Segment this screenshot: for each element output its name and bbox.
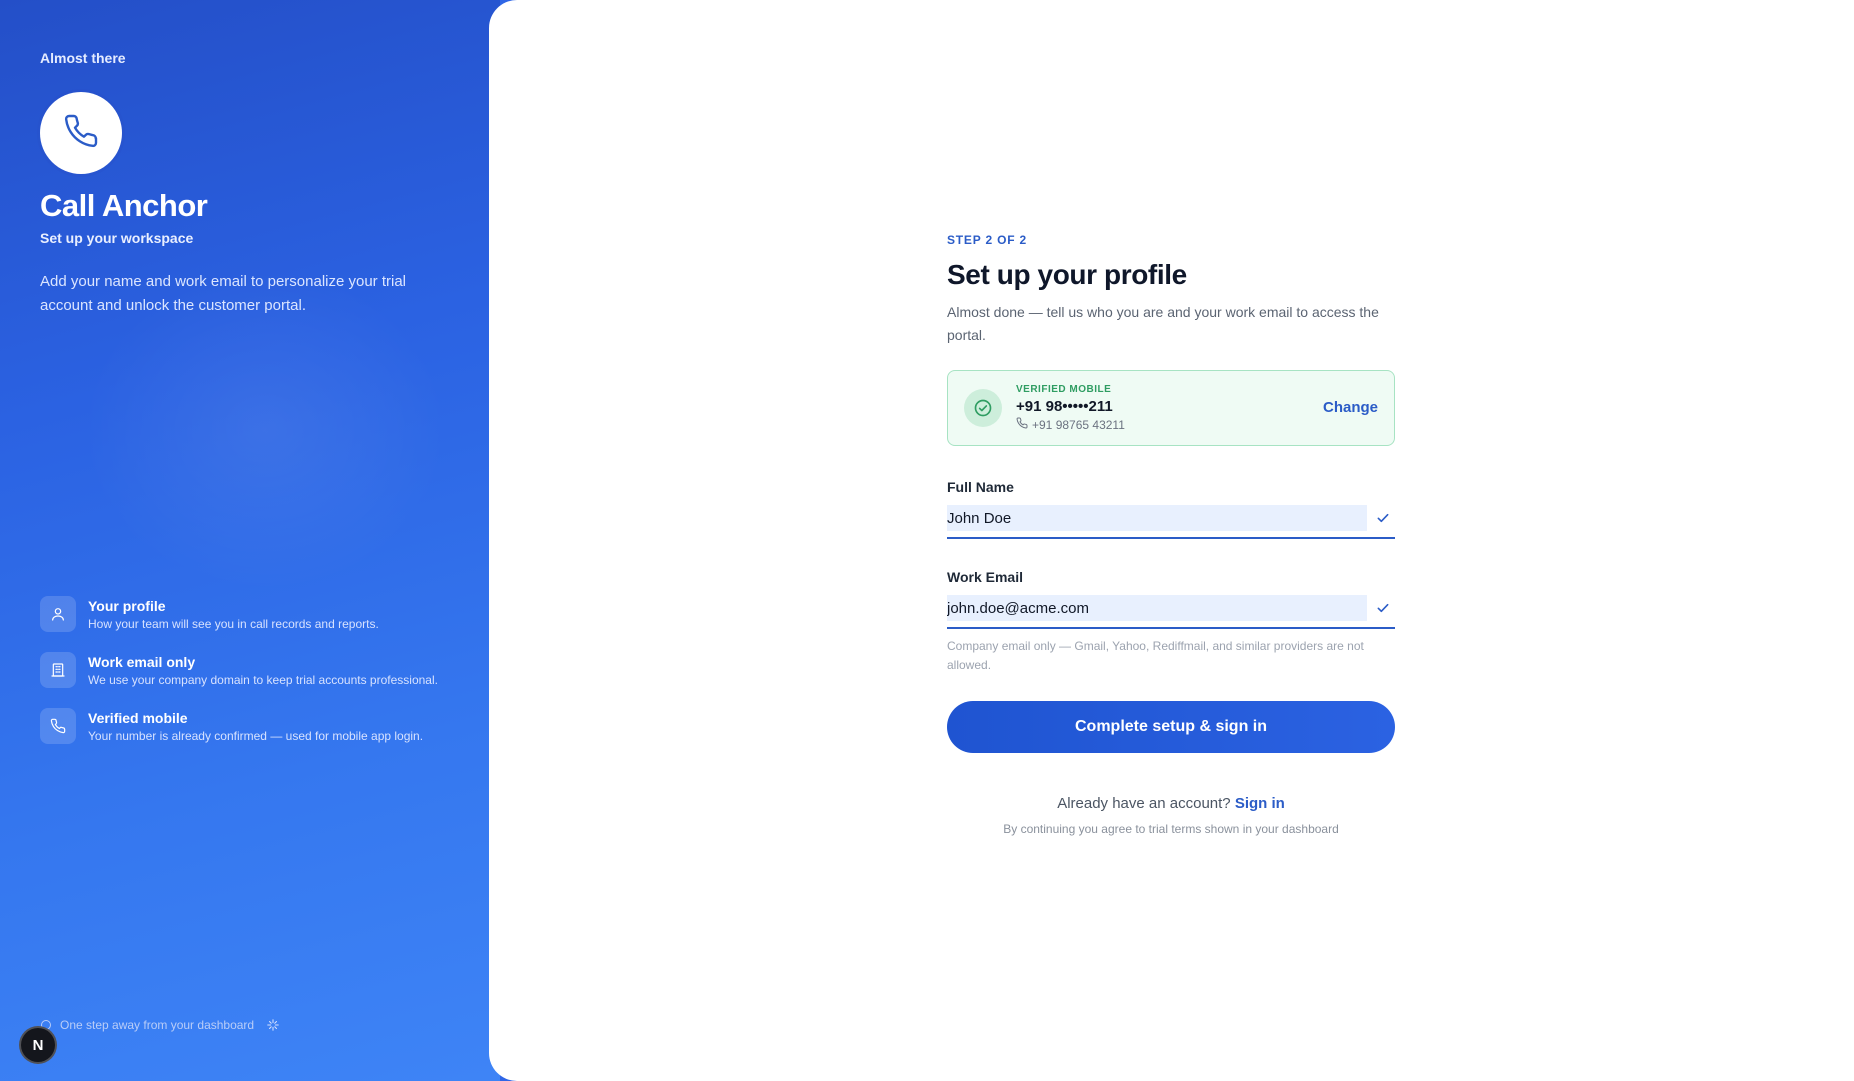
page-subtitle: Almost done — tell us who you are and yo…	[947, 304, 1379, 343]
full-name-input[interactable]	[947, 505, 1367, 531]
sign-in-link[interactable]: Sign in	[1235, 795, 1285, 812]
feature-title: Verified mobile	[88, 710, 188, 726]
profile-form: STEP 2 OF 2 Set up your profile Almost d…	[947, 233, 1395, 836]
terms-note: By continuing you agree to trial terms s…	[1003, 822, 1339, 836]
step-indicator: STEP 2 OF 2	[947, 233, 1027, 247]
sidebar-eyebrow: Almost there	[40, 50, 126, 66]
change-number-link[interactable]: Change	[1323, 399, 1378, 416]
page-title: Set up your profile	[947, 259, 1187, 290]
user-icon	[40, 596, 76, 632]
full-number-row: +91 98765 43211	[1016, 417, 1125, 432]
brand-name: Call Anchor	[40, 188, 208, 223]
n-badge[interactable]: N	[19, 1026, 57, 1064]
feature-list: Your profile How your team will see you …	[40, 596, 438, 764]
brand-subtitle: Set up your workspace	[40, 230, 194, 246]
phone-icon	[40, 708, 76, 744]
work-email-field: Work Email Company email only — Gmail, Y…	[947, 569, 1395, 675]
footer-note-text: One step away from your dashboard	[60, 1018, 255, 1032]
verified-mobile-card: VERIFIED MOBILE +91 98•••••211 +91 98765…	[947, 370, 1395, 446]
check-icon	[1375, 510, 1391, 531]
full-name-label: Full Name	[947, 479, 1014, 495]
building-icon	[40, 652, 76, 688]
feature-desc: How your team will see you in call recor…	[88, 617, 379, 631]
check-circle-icon	[964, 389, 1002, 427]
full-number: +91 98765 43211	[1032, 417, 1125, 432]
footer-note: One step away from your dashboard	[40, 1018, 280, 1032]
feature-title: Work email only	[88, 654, 196, 670]
already-account-row: Already have an account? Sign in	[947, 795, 1395, 812]
work-email-input[interactable]	[947, 595, 1367, 621]
full-name-field: Full Name	[947, 479, 1395, 539]
sidebar-panel: Almost there Call Anchor Set up your wor…	[0, 0, 500, 1081]
email-hint: Company email only — Gmail, Yahoo, Redif…	[947, 639, 1364, 672]
feature-item-profile: Your profile How your team will see you …	[40, 596, 438, 632]
feature-item-verified-mobile: Verified mobile Your number is already c…	[40, 708, 438, 744]
feature-desc: We use your company domain to keep trial…	[88, 673, 438, 687]
verified-label: VERIFIED MOBILE	[1016, 384, 1112, 395]
phone-icon	[1016, 417, 1032, 432]
feature-desc: Your number is already confirmed — used …	[88, 729, 424, 743]
already-account-text: Already have an account?	[1057, 795, 1231, 812]
work-email-label: Work Email	[947, 569, 1023, 585]
main-panel: STEP 2 OF 2 Set up your profile Almost d…	[489, 0, 1854, 1081]
sidebar-intro: Add your name and work email to personal…	[40, 273, 407, 314]
feature-item-work-email: Work email only We use your company doma…	[40, 652, 438, 688]
masked-number: +91 98•••••211	[1016, 398, 1113, 415]
brand-logo	[40, 92, 122, 174]
check-icon	[1375, 600, 1391, 621]
feature-title: Your profile	[88, 598, 166, 614]
sparkle-icon	[266, 1018, 280, 1032]
phone-icon	[63, 113, 99, 154]
complete-setup-button[interactable]: Complete setup & sign in	[947, 701, 1395, 753]
